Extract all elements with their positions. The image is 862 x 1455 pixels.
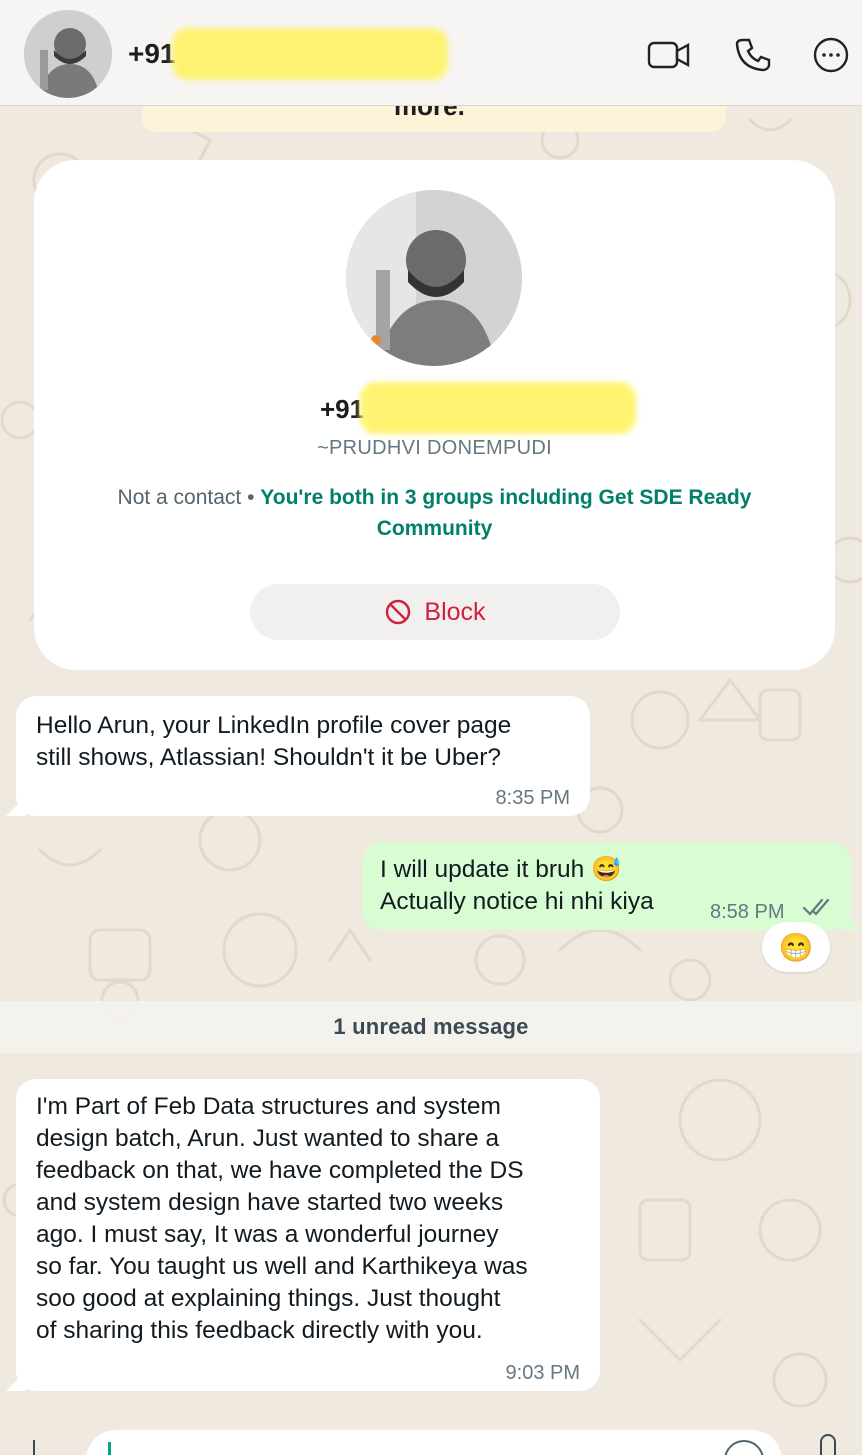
message-line: I'm Part of Feb Data structures and syst… [36, 1093, 501, 1120]
message-time: 9:03 PM [505, 1362, 580, 1384]
message-reaction[interactable]: 😁 [762, 922, 830, 972]
more-options-icon [813, 37, 849, 73]
video-call-button[interactable] [646, 32, 692, 78]
message-line: soo good at explaining things. Just thou… [36, 1285, 501, 1312]
microphone-icon[interactable] [820, 1434, 836, 1455]
message-line: of sharing this feedback directly with y… [36, 1317, 483, 1344]
contact-push-name: ~PRUDHVI DONEMPUDI [317, 437, 552, 459]
message-text: Hello Arun, your LinkedIn profile cover … [36, 710, 511, 774]
message-line: I will update it bruh 😅 [380, 856, 622, 883]
message-line: Hello Arun, your LinkedIn profile cover … [36, 712, 512, 739]
message-input[interactable] [86, 1430, 782, 1455]
message-bubble-incoming[interactable]: Hello Arun, your LinkedIn profile cover … [16, 696, 590, 816]
reaction-emoji: 😁 [778, 931, 814, 963]
message-line: and system design have started two weeks [36, 1189, 504, 1216]
block-button[interactable]: Block [250, 584, 620, 640]
message-bubble-outgoing[interactable]: I will update it bruh 😅 Actually notice … [362, 842, 851, 930]
contact-avatar[interactable] [24, 10, 112, 98]
profile-photo [346, 190, 522, 366]
common-groups-link[interactable]: You're both in 3 groups including Get SD… [260, 486, 751, 540]
redacted-number-highlight [172, 28, 448, 80]
double-check-read-icon [802, 898, 830, 916]
avatar-photo [24, 10, 112, 98]
video-call-icon [647, 41, 690, 69]
block-label: Block [424, 597, 486, 626]
message-bubble-incoming[interactable]: I'm Part of Feb Data structures and syst… [16, 1079, 600, 1391]
contact-relationship-info: Not a contact • You're both in 3 groups … [74, 482, 795, 544]
message-line: feedback on that, we have completed the … [36, 1157, 524, 1184]
info-separator: • [241, 486, 261, 509]
chat-header[interactable]: +91 [0, 0, 862, 106]
contact-profile-photo[interactable] [346, 190, 522, 366]
not-contact-label: Not a contact [117, 486, 242, 509]
card-phone-number: +91 [320, 394, 365, 424]
message-line: ago. I must say, It was a wonderful jour… [36, 1221, 499, 1248]
text-caret [108, 1442, 111, 1455]
attach-plus-icon[interactable] [26, 1440, 42, 1455]
unread-messages-divider: 1 unread message [0, 1001, 862, 1053]
redacted-number-highlight [360, 382, 636, 434]
message-text: I'm Part of Feb Data structures and syst… [36, 1091, 528, 1347]
message-composer [0, 1416, 862, 1455]
contact-info-card: +91 ~PRUDHVI DONEMPUDI Not a contact • Y… [34, 160, 835, 670]
message-line: still shows, Atlassian! Shouldn't it be … [36, 744, 501, 771]
message-line: design batch, Arun. Just wanted to share… [36, 1125, 500, 1152]
message-line: so far. You taught us well and Karthikey… [36, 1253, 528, 1280]
message-time: 8:58 PM [710, 901, 785, 923]
block-icon [386, 599, 411, 625]
contact-phone-number: +91 [128, 38, 176, 69]
more-options-button[interactable] [808, 32, 854, 78]
message-time: 8:35 PM [495, 787, 570, 809]
message-line: Actually notice hi nhi kiya [380, 888, 654, 915]
voice-call-icon [735, 38, 771, 72]
message-text: I will update it bruh 😅 Actually notice … [380, 854, 654, 918]
voice-call-button[interactable] [730, 32, 776, 78]
